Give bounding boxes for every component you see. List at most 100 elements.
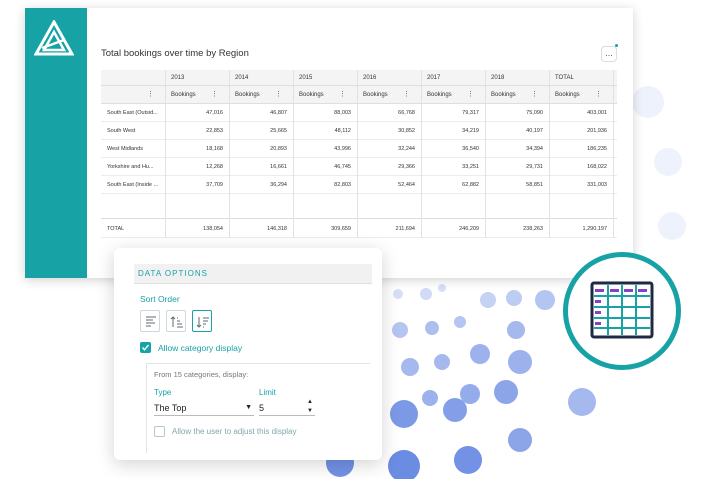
measure-header: Bookings xyxy=(299,92,324,98)
table-cell: 25,665 xyxy=(270,128,287,134)
table-cell: 331,003 xyxy=(587,182,607,188)
column-header[interactable]: 2016 xyxy=(363,75,376,81)
table-cell: 34,394 xyxy=(526,146,543,152)
table-cell: 52,464 xyxy=(398,182,415,188)
column-divider xyxy=(229,70,230,238)
table-cell: 22,853 xyxy=(206,128,223,134)
total-label: TOTAL xyxy=(107,226,125,232)
total-cell: 238,263 xyxy=(523,226,543,232)
table-cell: 48,112 xyxy=(334,128,351,134)
table-cell: 58,851 xyxy=(526,182,543,188)
allow-category-label: Allow category display xyxy=(158,343,243,353)
from-categories-label: From 15 categories, display: xyxy=(154,370,249,379)
caret-down-icon: ▼ xyxy=(245,404,252,411)
decorative-dot xyxy=(454,446,482,474)
more-options-button[interactable]: ... xyxy=(601,46,617,62)
table-total-row: TOTAL 138,054 146,318 309,659 211,694 246,209… xyxy=(101,218,617,238)
table-cell: 29,731 xyxy=(526,164,543,170)
measure-header: Bookings xyxy=(427,92,452,98)
table-cell: 30,852 xyxy=(398,128,415,134)
row-label: South East (Outsid... xyxy=(107,110,158,116)
column-header[interactable]: 2013 xyxy=(171,75,184,81)
column-menu-icon[interactable]: ⋮ xyxy=(531,90,538,98)
measure-header: Bookings xyxy=(171,92,196,98)
decorative-dot xyxy=(535,290,555,310)
column-menu-icon[interactable]: ⋮ xyxy=(339,90,346,98)
column-header[interactable]: 2018 xyxy=(491,75,504,81)
table-cell: 18,168 xyxy=(206,146,223,152)
row-label: South East (Inside ... xyxy=(107,182,159,188)
limit-label: Limit xyxy=(259,388,276,397)
table-row[interactable]: West Midlands 18,168 20,893 43,996 32,244 36,… xyxy=(101,140,617,158)
column-divider xyxy=(613,70,614,238)
measure-header: Bookings xyxy=(235,92,260,98)
sidebar xyxy=(25,8,87,278)
sort-none-button[interactable] xyxy=(140,310,160,332)
table-cell: 16,661 xyxy=(270,164,287,170)
column-menu-icon[interactable]: ⋮ xyxy=(595,90,602,98)
sort-descending-button[interactable] xyxy=(192,310,212,332)
decorative-dot xyxy=(632,86,664,118)
report-title: Total bookings over time by Region xyxy=(101,48,249,59)
table-row[interactable]: South East (Outsid... 47,016 46,807 88,003 6… xyxy=(101,104,617,122)
allow-category-checkbox[interactable] xyxy=(140,342,151,353)
decorative-dot xyxy=(392,322,408,338)
column-divider xyxy=(421,70,422,238)
table-cell: 46,807 xyxy=(270,110,287,116)
decorative-dot xyxy=(388,450,420,479)
table-cell: 66,768 xyxy=(398,110,415,116)
decorative-dot xyxy=(390,400,418,428)
table-cell: 40,197 xyxy=(526,128,543,134)
table-row[interactable]: South East (Inside ... 37,709 36,294 82,803… xyxy=(101,176,617,194)
table-cell: 62,882 xyxy=(462,182,479,188)
decorative-dot xyxy=(420,288,432,300)
decorative-dot xyxy=(508,428,532,452)
table-row[interactable]: South West 22,853 25,665 48,112 30,852 34,219… xyxy=(101,122,617,140)
total-cell: 146,318 xyxy=(267,226,287,232)
table-cell: 43,996 xyxy=(334,146,351,152)
table-row[interactable]: Yorkshire and Hu... 12,268 16,661 46,745 29,… xyxy=(101,158,617,176)
triangle-logo-icon[interactable] xyxy=(34,20,74,56)
column-menu-icon[interactable]: ⋮ xyxy=(275,90,282,98)
data-options-header: DATA OPTIONS xyxy=(134,264,372,284)
type-select[interactable]: The Top ▼ xyxy=(154,400,254,416)
measure-header: Bookings xyxy=(555,92,580,98)
column-header[interactable]: 2015 xyxy=(299,75,312,81)
limit-stepper[interactable]: 5 ▲ ▼ xyxy=(259,399,315,416)
allow-adjust-checkbox[interactable] xyxy=(154,426,165,437)
row-label: West Midlands xyxy=(107,146,143,152)
row-label: Yorkshire and Hu... xyxy=(107,164,154,170)
type-value: The Top xyxy=(154,403,187,413)
measure-header: Bookings xyxy=(491,92,516,98)
checkmark-icon xyxy=(141,344,150,351)
table-cell: 37,709 xyxy=(206,182,223,188)
sort-descending-icon xyxy=(196,317,209,328)
total-cell: 211,694 xyxy=(395,226,415,232)
data-options-panel: DATA OPTIONS Sort Order Allow category d… xyxy=(114,248,382,460)
table-header-measures: ⋮ Bookings ⋮ Bookings ⋮ Bookings ⋮ Bookings ⋮ Boo… xyxy=(101,86,617,104)
table-cell: 47,016 xyxy=(206,110,223,116)
column-header[interactable]: TOTAL xyxy=(555,75,574,81)
column-divider xyxy=(357,70,358,238)
table-cell: 36,294 xyxy=(270,182,287,188)
sort-ascending-button[interactable] xyxy=(166,310,186,332)
column-divider xyxy=(293,70,294,238)
column-divider xyxy=(549,70,550,238)
stepper-up-icon[interactable]: ▲ xyxy=(307,399,313,405)
decorative-dot xyxy=(434,354,450,370)
total-cell: 246,209 xyxy=(459,226,479,232)
table-cell: 20,893 xyxy=(270,146,287,152)
decorative-dot xyxy=(658,212,686,240)
column-divider xyxy=(165,70,166,238)
column-menu-icon[interactable]: ⋮ xyxy=(211,90,218,98)
decorative-dot xyxy=(508,350,532,374)
column-divider xyxy=(485,70,486,238)
column-menu-icon[interactable]: ⋮ xyxy=(467,90,474,98)
column-menu-icon[interactable]: ⋮ xyxy=(403,90,410,98)
stepper-down-icon[interactable]: ▼ xyxy=(307,408,313,414)
column-header[interactable]: 2014 xyxy=(235,75,248,81)
column-header[interactable]: 2017 xyxy=(427,75,440,81)
total-cell: 138,054 xyxy=(203,226,223,232)
sort-ascending-icon xyxy=(170,316,183,328)
label-column-menu-icon[interactable]: ⋮ xyxy=(147,90,154,98)
